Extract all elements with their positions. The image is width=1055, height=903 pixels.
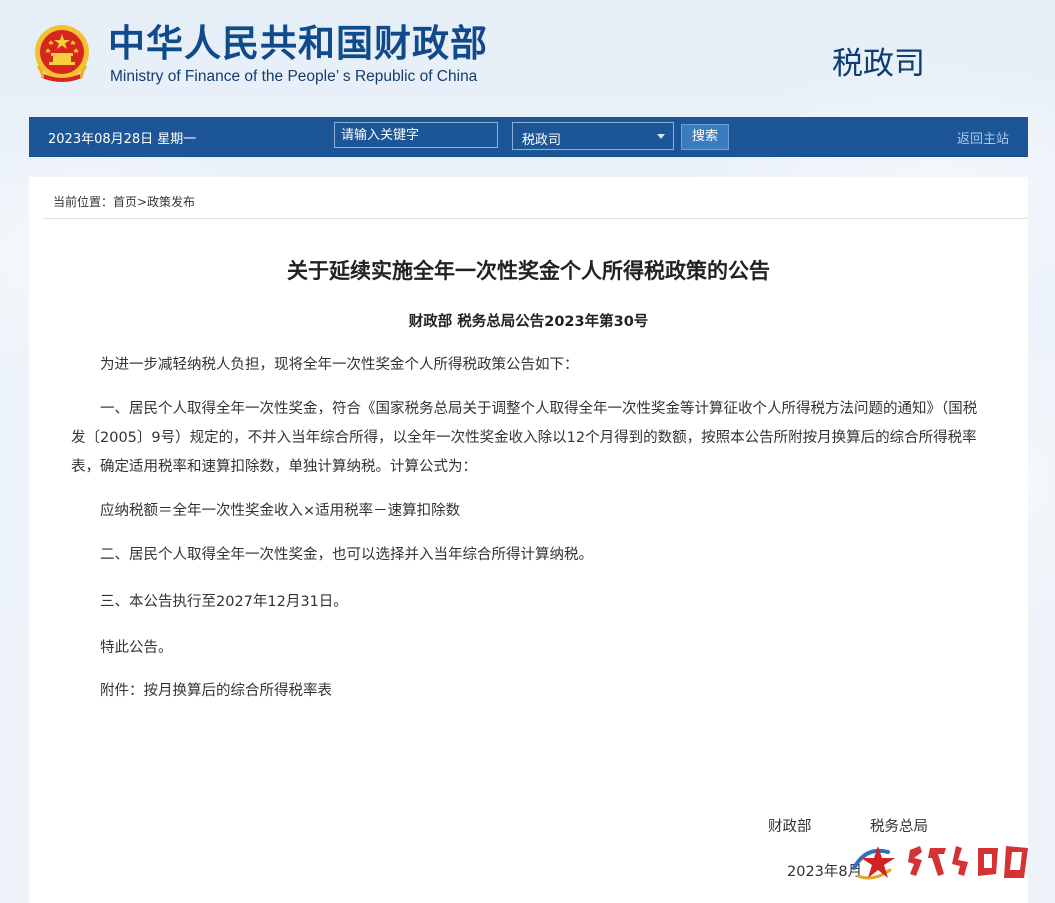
current-date: 2023年08月28日 星期一 xyxy=(48,132,197,147)
site-header: 中华人民共和国财政部 Ministry of Finance of the Pe… xyxy=(0,0,1055,112)
watermark-logo-icon xyxy=(852,846,1028,880)
site-title-english: Ministry of Finance of the People’ s Rep… xyxy=(110,68,478,85)
search-input[interactable] xyxy=(334,122,498,148)
return-home-link[interactable]: 返回主站 xyxy=(957,128,1009,147)
paragraph: 一、居民个人取得全年一次性奖金，符合《国家税务总局关于调整个人取得全年一次性奖金… xyxy=(71,395,991,482)
chevron-down-icon xyxy=(657,134,665,139)
formula-text: 应纳税额＝全年一次性奖金收入×适用税率－速算扣除数 xyxy=(100,503,461,519)
document-number: 财政部 税务总局公告2023年第30号 xyxy=(408,314,649,330)
paragraph-text: 二、居民个人取得全年一次性奖金，也可以选择并入当年综合所得计算纳税。 xyxy=(100,547,593,563)
document-title: 关于延续实施全年一次性奖金个人所得税政策的公告 xyxy=(287,259,770,283)
attachment: 附件：按月换算后的综合所得税率表 xyxy=(71,677,991,706)
signature-org: 财政部 xyxy=(768,819,812,835)
nav-bar: 2023年08月28日 星期一 税政司 搜索 返回主站 xyxy=(29,117,1028,157)
search-button[interactable]: 搜索 xyxy=(681,124,729,150)
content-card: 当前位置：首页>政策发布 关于延续实施全年一次性奖金个人所得税政策的公告 财政部… xyxy=(29,177,1028,903)
paragraph: 应纳税额＝全年一次性奖金收入×适用税率－速算扣除数 xyxy=(71,497,991,526)
paragraph-text: 特此公告。 xyxy=(100,640,173,656)
scope-select[interactable]: 税政司 xyxy=(512,122,674,150)
paragraph: 二、居民个人取得全年一次性奖金，也可以选择并入当年综合所得计算纳税。 xyxy=(71,541,991,570)
paragraph-text: 为进一步减轻纳税人负担，现将全年一次性奖金个人所得税政策公告如下： xyxy=(100,357,579,373)
divider xyxy=(43,218,1028,219)
paragraph: 三、本公告执行至2027年12月31日。 xyxy=(71,588,991,617)
department-name: 税政司 xyxy=(832,46,925,82)
breadcrumb[interactable]: 当前位置：首页>政策发布 xyxy=(53,193,195,210)
paragraph-text: 一、居民个人取得全年一次性奖金，符合《国家税务总局关于调整个人取得全年一次性奖金… xyxy=(71,401,978,475)
national-emblem-icon xyxy=(35,25,89,82)
paragraph: 特此公告。 xyxy=(71,634,991,663)
paragraph: 为进一步减轻纳税人负担，现将全年一次性奖金个人所得税政策公告如下： xyxy=(71,351,991,380)
paragraph-text: 三、本公告执行至2027年12月31日。 xyxy=(100,594,348,610)
site-title: 中华人民共和国财政部 xyxy=(108,22,488,65)
signature-org: 税务总局 xyxy=(870,819,928,835)
scope-select-value: 税政司 xyxy=(522,133,562,148)
attachment-link[interactable]: 附件：按月换算后的综合所得税率表 xyxy=(71,677,991,706)
